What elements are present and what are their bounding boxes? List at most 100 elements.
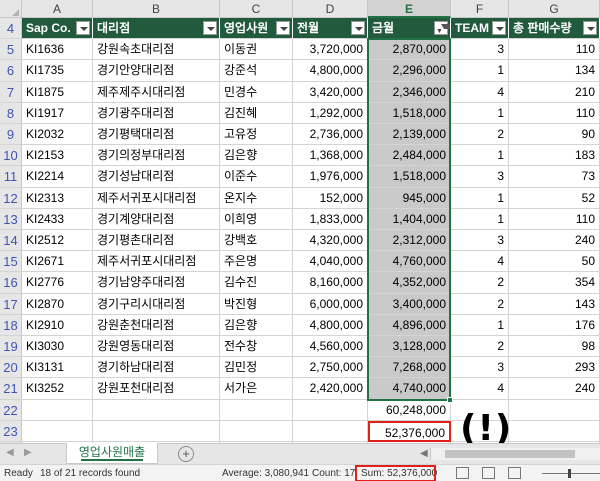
select-all-corner[interactable] (0, 0, 22, 18)
horizontal-scrollbar[interactable] (430, 448, 600, 460)
cell-dealer[interactable]: 경기의정부대리점 (93, 145, 220, 167)
cell-team[interactable]: 1 (451, 102, 509, 124)
cell-dealer[interactable]: 경기평택대리점 (93, 124, 220, 146)
row-header[interactable]: 18 (0, 314, 22, 336)
cell-prev-month[interactable]: 2,750,000 (293, 357, 368, 379)
row-header[interactable]: 16 (0, 272, 22, 294)
row-header[interactable]: 5 (0, 39, 22, 61)
page-layout-view-icon[interactable] (482, 467, 495, 479)
row-header[interactable]: 22 (0, 399, 22, 421)
cell-prev-month[interactable]: 4,040,000 (293, 251, 368, 273)
cell-this-month[interactable]: 2,484,000 (368, 145, 451, 167)
column-header-a[interactable]: A (22, 0, 93, 18)
filter-dropdown-icon[interactable] (492, 21, 506, 35)
cell-total-qty[interactable]: 240 (509, 230, 600, 252)
empty-cell[interactable] (509, 420, 600, 442)
empty-cell[interactable] (220, 399, 293, 421)
filter-dropdown-icon[interactable] (351, 21, 365, 35)
cell-total-qty[interactable]: 176 (509, 314, 600, 336)
cell-team[interactable]: 2 (451, 293, 509, 315)
cell-prev-month[interactable]: 2,736,000 (293, 124, 368, 146)
cell-sap-code[interactable]: KI2776 (22, 272, 93, 294)
cell-salesperson[interactable]: 강백호 (220, 230, 293, 252)
normal-view-icon[interactable] (456, 467, 469, 479)
cell-total-qty[interactable]: 73 (509, 166, 600, 188)
cell-this-month[interactable]: 2,346,000 (368, 81, 451, 103)
cell-total-qty[interactable]: 98 (509, 336, 600, 358)
cell-salesperson[interactable]: 김은향 (220, 145, 293, 167)
cell-salesperson[interactable]: 김진혜 (220, 102, 293, 124)
filter-dropdown-icon[interactable] (203, 21, 217, 35)
cell-team[interactable]: 2 (451, 272, 509, 294)
header-team[interactable]: TEAM (451, 18, 509, 40)
cell-dealer[interactable]: 강원춘천대리점 (93, 314, 220, 336)
cell-this-month[interactable]: 3,128,000 (368, 336, 451, 358)
cell-this-month[interactable]: 945,000 (368, 187, 451, 209)
cell-sap-code[interactable]: KI1735 (22, 60, 93, 82)
cell-total-qty[interactable]: 90 (509, 124, 600, 146)
zoom-slider[interactable] (542, 469, 600, 478)
cell-salesperson[interactable]: 전수창 (220, 336, 293, 358)
cell-total-qty[interactable]: 50 (509, 251, 600, 273)
cell-this-month[interactable]: 4,352,000 (368, 272, 451, 294)
cell-prev-month[interactable]: 3,720,000 (293, 39, 368, 61)
row-header[interactable]: 7 (0, 81, 22, 103)
cell-this-month[interactable]: 2,139,000 (368, 124, 451, 146)
header-salesperson[interactable]: 영업사원 (220, 18, 293, 40)
empty-cell[interactable] (93, 399, 220, 421)
cell-team[interactable]: 3 (451, 39, 509, 61)
cell-this-month[interactable]: 4,760,000 (368, 251, 451, 273)
hscroll-left-icon[interactable]: ◀ (420, 448, 428, 459)
cell-prev-month[interactable]: 1,976,000 (293, 166, 368, 188)
cell-salesperson[interactable]: 서가은 (220, 378, 293, 400)
row-header[interactable]: 20 (0, 357, 22, 379)
page-break-view-icon[interactable] (508, 467, 521, 479)
cell-prev-month[interactable]: 2,420,000 (293, 378, 368, 400)
cell-dealer[interactable]: 경기광주대리점 (93, 102, 220, 124)
column-header-g[interactable]: G (509, 0, 600, 18)
cell-prev-month[interactable]: 4,560,000 (293, 336, 368, 358)
cell-sap-code[interactable]: KI1875 (22, 81, 93, 103)
cell-total-qty[interactable]: 110 (509, 102, 600, 124)
cell-team[interactable]: 1 (451, 187, 509, 209)
empty-cell[interactable] (293, 420, 368, 442)
cell-dealer[interactable]: 강원속초대리점 (93, 39, 220, 61)
cell-dealer[interactable]: 제주서귀포시대리점 (93, 187, 220, 209)
cell-prev-month[interactable]: 4,800,000 (293, 60, 368, 82)
row-header[interactable]: 9 (0, 124, 22, 146)
cell-total-qty[interactable]: 110 (509, 208, 600, 230)
column-header-d[interactable]: D (293, 0, 368, 18)
cell-team[interactable]: 2 (451, 336, 509, 358)
cell-dealer[interactable]: 강원포천대리점 (93, 378, 220, 400)
scroll-left-icon[interactable]: ◀ (6, 447, 14, 458)
row-header[interactable]: 12 (0, 187, 22, 209)
header-total-qty[interactable]: 총 판매수량 (509, 18, 600, 40)
sheet-tab-sales[interactable]: 영업사원매출 (66, 443, 158, 464)
header-prev-month[interactable]: 전월 (293, 18, 368, 40)
row-header[interactable]: 23 (0, 420, 22, 442)
cell-team[interactable]: 4 (451, 81, 509, 103)
cell-total-qty[interactable]: 110 (509, 39, 600, 61)
row-header[interactable]: 10 (0, 145, 22, 167)
cell-total-qty[interactable]: 293 (509, 357, 600, 379)
cell-sap-code[interactable]: KI2153 (22, 145, 93, 167)
cell-sap-code[interactable]: KI2671 (22, 251, 93, 273)
header-this-month[interactable]: 금월 (368, 18, 451, 40)
empty-cell[interactable] (22, 399, 93, 421)
cell-this-month[interactable]: 1,518,000 (368, 166, 451, 188)
column-header-b[interactable]: B (93, 0, 220, 18)
cell-dealer[interactable]: 제주서귀포시대리점 (93, 251, 220, 273)
cell-total-qty[interactable]: 143 (509, 293, 600, 315)
cell-sap-code[interactable]: KI3030 (22, 336, 93, 358)
scrollbar-thumb[interactable] (445, 450, 575, 458)
row-header[interactable]: 8 (0, 102, 22, 124)
cell-dealer[interactable]: 경기계양대리점 (93, 208, 220, 230)
row-header[interactable]: 19 (0, 336, 22, 358)
column-header-c[interactable]: C (220, 0, 293, 18)
cell-this-month[interactable]: 2,870,000 (368, 39, 451, 61)
cell-total-qty[interactable]: 240 (509, 378, 600, 400)
cell-this-month[interactable]: 3,400,000 (368, 293, 451, 315)
empty-cell[interactable] (293, 399, 368, 421)
cell-total-qty[interactable]: 210 (509, 81, 600, 103)
filter-dropdown-icon[interactable] (276, 21, 290, 35)
